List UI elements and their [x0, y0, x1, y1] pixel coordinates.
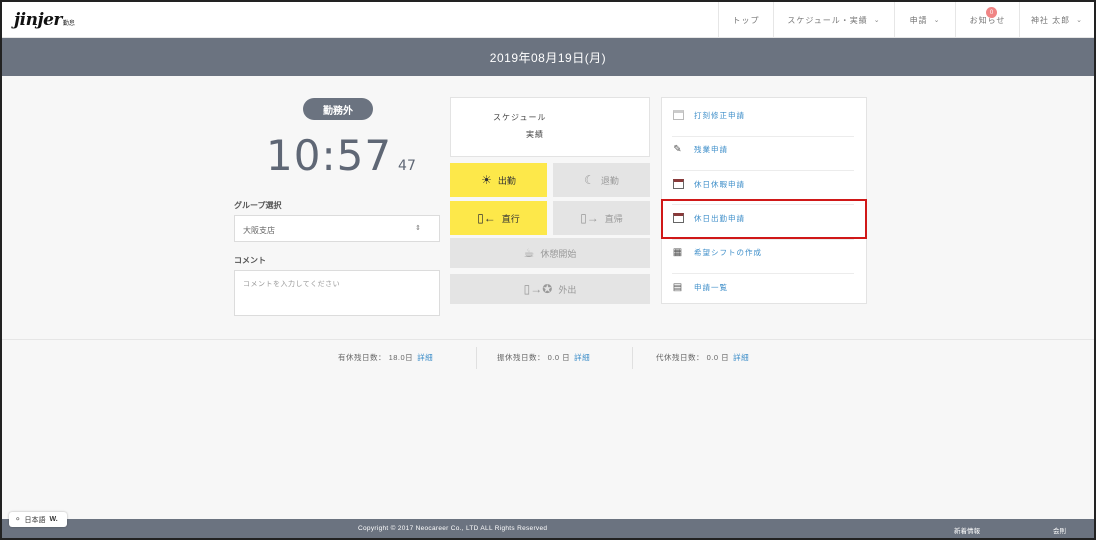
menu-overtime[interactable]: ✎ 残業申請: [672, 132, 854, 166]
menu-punch-correction[interactable]: 打刻修正申請: [672, 98, 854, 132]
clock-display: 10:57 47: [266, 131, 416, 180]
nav-schedule[interactable]: スケジュール・実績 ⌄: [773, 2, 894, 38]
terms-link[interactable]: 会則: [1053, 525, 1066, 535]
chevron-down-icon: ⌄: [873, 17, 881, 24]
schedule-card: スケジュール 実績: [450, 97, 650, 157]
menu-label: 申請一覧: [694, 282, 728, 292]
compensatory-leave-detail-link[interactable]: 詳細: [733, 353, 749, 362]
nav-application[interactable]: 申請 ⌄: [894, 2, 955, 38]
leave-text: 振休残日数： 0.0 日: [497, 353, 571, 362]
clock-seconds: 47: [398, 158, 416, 174]
vertical-divider: [632, 347, 633, 369]
menu-application-list[interactable]: ▤ 申請一覧: [672, 270, 854, 304]
shift-icon: ▦: [672, 246, 684, 258]
nav-top[interactable]: トップ: [718, 2, 773, 38]
news-link[interactable]: 新着情報: [954, 525, 980, 535]
clock-hm: 10:57: [266, 131, 393, 180]
clock-out-label: 退勤: [600, 175, 619, 186]
walk-out-icon: ▯→✪: [523, 282, 553, 296]
group-select-value: 大阪支店: [243, 226, 275, 235]
break-start-label: 休憩開始: [540, 248, 577, 259]
list-icon: ▤: [672, 281, 684, 293]
substitute-leave-remaining: 振休残日数： 0.0 日詳細: [497, 352, 590, 363]
group-select[interactable]: 大阪支店 ⇕: [234, 215, 440, 242]
go-out-label: 外出: [558, 284, 577, 295]
paid-leave-detail-link[interactable]: 詳細: [417, 353, 433, 362]
calendar-icon: [672, 213, 684, 224]
nav-top-label: トップ: [732, 15, 760, 25]
schedule-label: スケジュール: [493, 113, 547, 122]
section-divider: [2, 339, 1094, 340]
direct-in-button[interactable]: ▯← 直行: [450, 201, 547, 235]
clock-out-button[interactable]: ☾ 退勤: [553, 163, 650, 197]
comment-placeholder: コメントを入力してください: [243, 281, 341, 288]
vertical-divider: [476, 347, 477, 369]
chevron-down-icon: ⌄: [1076, 17, 1084, 24]
nav-user-menu[interactable]: 神社 太郎 ⌄: [1019, 2, 1094, 38]
nav-schedule-label: スケジュール・実績: [787, 15, 868, 25]
calendar-icon: [672, 110, 684, 121]
nav-application-label: 申請: [909, 15, 928, 25]
door-arrow-out-icon: ▯→: [580, 211, 599, 225]
menu-label: 残業申請: [694, 144, 728, 154]
jinjer-logo[interactable]: jinjer勤怠: [14, 10, 75, 30]
break-start-button[interactable]: ☕ 休憩開始: [450, 238, 650, 268]
application-menu: 打刻修正申請 ✎ 残業申請 休日休暇申請 休日出勤申請 ▦ 希望シフトの作成 ▤ 申請…: [661, 97, 867, 304]
paid-leave-remaining: 有休残日数： 18.0日 詳細: [338, 352, 433, 363]
leave-text: 有休残日数： 18.0日: [338, 353, 414, 362]
menu-holiday-leave[interactable]: 休日休暇申請: [672, 167, 854, 201]
direct-in-label: 直行: [501, 213, 520, 224]
substitute-leave-detail-link[interactable]: 詳細: [574, 353, 590, 362]
logo-text: jinjer: [14, 10, 62, 30]
language-label: 日本語: [24, 516, 46, 524]
clock-in-button[interactable]: ☀ 出勤: [450, 163, 547, 197]
menu-label: 休日出勤申請: [694, 213, 745, 223]
copyright-text: Copyright © 2017 Neocareer Co., LTD ALL …: [358, 525, 548, 532]
language-selector[interactable]: ⚬ 日本語 W.: [9, 512, 67, 527]
direct-out-label: 直帰: [604, 213, 623, 224]
globe-icon: ⚬: [14, 514, 22, 524]
nav-notifications[interactable]: お知らせ 0: [955, 2, 1019, 38]
actual-label: 実績: [526, 130, 544, 139]
menu-label: 休日休暇申請: [694, 179, 745, 189]
footer: Copyright © 2017 Neocareer Co., LTD ALL …: [2, 519, 1094, 538]
nav-user-label: 神社 太郎: [1030, 15, 1071, 25]
moon-icon: ☾: [584, 173, 595, 187]
direct-out-button[interactable]: ▯→ 直帰: [553, 201, 650, 235]
compensatory-leave-remaining: 代休残日数： 0.0 日詳細: [656, 352, 749, 363]
chevron-down-icon: ⌄: [933, 17, 941, 24]
comment-textarea[interactable]: コメントを入力してください: [234, 270, 440, 316]
sun-icon: ☀: [481, 173, 492, 187]
main-content: 勤務外 10:57 47 グループ選択 大阪支店 ⇕ コメント コメントを入力して…: [2, 76, 1094, 519]
notification-badge: 0: [986, 7, 997, 18]
group-select-label: グループ選択: [234, 201, 282, 210]
menu-label: 希望シフトの作成: [694, 247, 762, 257]
top-nav: トップ スケジュール・実績 ⌄ 申請 ⌄ お知らせ 0 神社 太郎 ⌄: [718, 2, 1094, 38]
select-arrows-icon: ⇕: [415, 225, 421, 232]
logo-sub: 勤怠: [62, 20, 75, 27]
edit-icon: ✎: [673, 143, 683, 155]
date-bar: 2019年08月19日(月): [2, 38, 1094, 76]
language-w: W.: [49, 516, 58, 523]
current-date: 2019年08月19日(月): [489, 50, 607, 65]
comment-label: コメント: [234, 256, 266, 265]
calendar-icon: [672, 179, 684, 190]
clock-in-label: 出勤: [497, 175, 516, 186]
leave-text: 代休残日数： 0.0 日: [656, 353, 730, 362]
go-out-button[interactable]: ▯→✪ 外出: [450, 274, 650, 304]
menu-label: 打刻修正申請: [694, 110, 745, 120]
door-arrow-in-icon: ▯←: [477, 211, 496, 225]
menu-shift-request[interactable]: ▦ 希望シフトの作成: [672, 235, 854, 269]
top-bar: jinjer勤怠 トップ スケジュール・実績 ⌄ 申請 ⌄ お知らせ 0 神社 太郎 ⌄: [2, 2, 1094, 38]
status-badge: 勤務外: [303, 98, 373, 120]
coffee-icon: ☕: [523, 246, 535, 260]
menu-holiday-work[interactable]: 休日出勤申請: [672, 201, 854, 235]
